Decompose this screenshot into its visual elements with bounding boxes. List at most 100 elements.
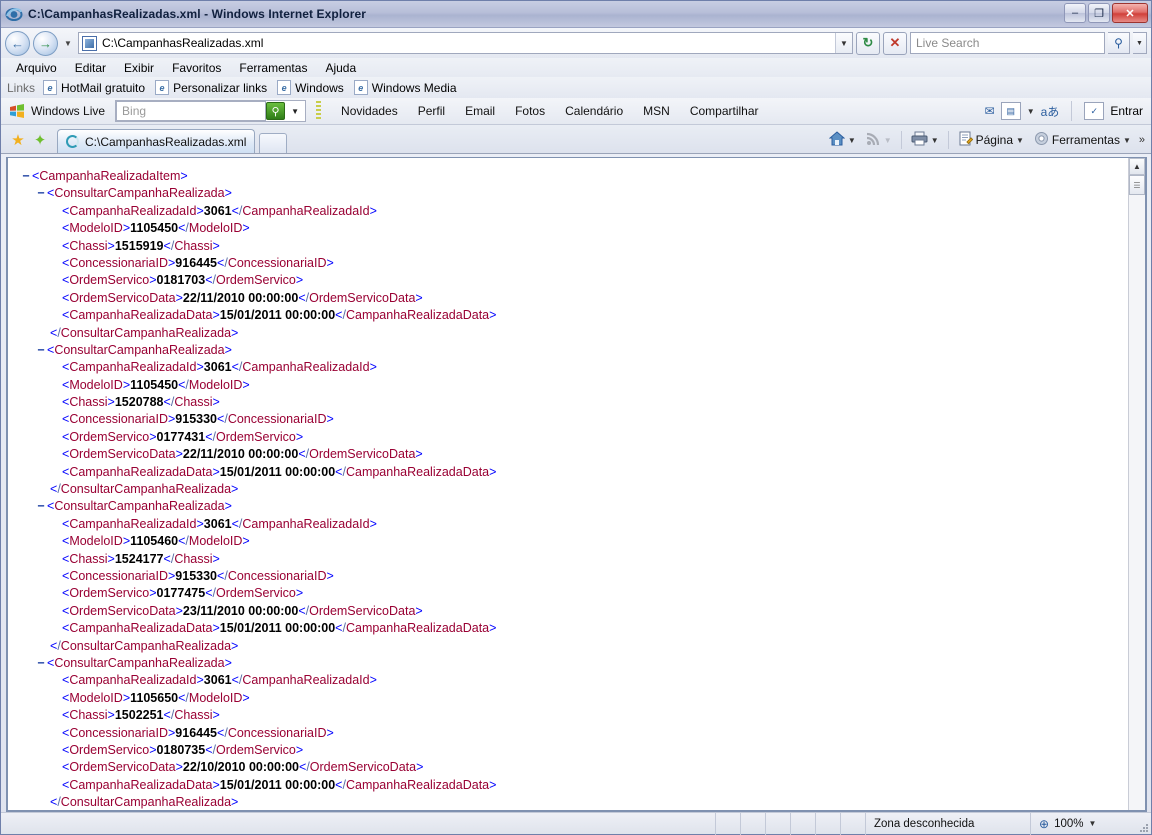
zoom-level-label: 100% <box>1054 817 1084 830</box>
vertical-scrollbar[interactable]: ▲ ☰ <box>1128 158 1145 810</box>
zoom-control[interactable]: ⊕ 100% ▼ <box>1030 812 1135 835</box>
collapse-toggle-icon[interactable]: − <box>35 498 47 515</box>
new-tab-button[interactable] <box>259 133 288 153</box>
chevron-down-icon[interactable]: ▼ <box>1016 136 1024 145</box>
xml-field-campanharealizadaid: <CampanhaRealizadaId>3061</CampanhaReali… <box>62 516 377 531</box>
chevron-down-icon[interactable]: ▼ <box>1123 136 1131 145</box>
menu-item-editar[interactable]: Editar <box>66 61 115 75</box>
gear-icon <box>1034 131 1049 149</box>
windows-live-search[interactable]: Bing ⚲ ▼ <box>115 100 307 122</box>
stop-button[interactable]: ✕ <box>883 31 907 55</box>
tab-label: C:\CampanhasRealizadas.xml <box>85 134 247 149</box>
bing-search-caret-icon[interactable]: ▼ <box>287 107 303 116</box>
tools-menu-button[interactable]: Ferramentas ▼ <box>1030 131 1135 149</box>
collapse-toggle-icon[interactable]: − <box>35 185 47 202</box>
xml-field-chassi: <Chassi>1502251</Chassi> <box>62 708 220 723</box>
internet-explorer-icon <box>5 5 23 23</box>
xml-record-close: </ConsultarCampanhaRealizada> <box>50 795 239 810</box>
wl-link-msn[interactable]: MSN <box>633 104 680 118</box>
refresh-button[interactable]: ↻ <box>856 31 880 55</box>
scroll-up-button[interactable]: ▲ <box>1129 158 1145 175</box>
overflow-chevrons-icon[interactable]: » <box>1137 134 1145 146</box>
signin-icon[interactable]: ✓ <box>1084 102 1105 120</box>
links-bar: Links e HotMail gratuito e Personalizar … <box>1 77 1151 98</box>
menu-item-ajuda[interactable]: Ajuda <box>316 61 365 75</box>
search-provider-caret-icon[interactable]: ▼ <box>1133 32 1147 54</box>
feeds-button[interactable]: ▼ <box>862 131 896 149</box>
link-hotmail-gratuito[interactable]: e HotMail gratuito <box>41 80 153 95</box>
restore-button[interactable]: ❐ <box>1088 3 1110 23</box>
magnifier-icon: ⊕ <box>1039 816 1050 831</box>
wl-link-email[interactable]: Email <box>455 104 505 118</box>
xml-field-modeloid: <ModeloID>1105460</ModeloID> <box>62 534 250 549</box>
chevron-down-icon[interactable]: ▼ <box>931 136 939 145</box>
forward-button[interactable]: → <box>33 30 58 56</box>
address-url-text: C:\CampanhasRealizadas.xml <box>102 36 264 50</box>
collapse-toggle-icon[interactable]: − <box>20 168 32 185</box>
page-document-icon <box>958 131 973 149</box>
xml-tree-view[interactable]: − <CampanhaRealizadaItem> − <ConsultarCampa… <box>8 158 1128 810</box>
tab-campanhas-realizadas[interactable]: C:\CampanhasRealizadas.xml <box>57 129 256 153</box>
link-windows-media[interactable]: e Windows Media <box>352 80 465 95</box>
bing-search-input[interactable]: Bing <box>116 101 267 121</box>
search-icon[interactable]: ⚲ <box>1108 32 1130 54</box>
messenger-icon[interactable]: ▤ <box>1000 102 1021 120</box>
status-cell <box>840 812 865 835</box>
status-cell <box>815 812 840 835</box>
wl-link-fotos[interactable]: Fotos <box>505 104 555 118</box>
minimize-button[interactable]: – <box>1064 3 1086 23</box>
home-button[interactable]: ▼ <box>825 131 860 149</box>
xml-field-campanharealizadadata: <CampanhaRealizadaData>15/01/2011 00:00:… <box>62 308 497 323</box>
xml-field-campanharealizadaid: <CampanhaRealizadaId>3061</CampanhaReali… <box>62 673 377 688</box>
home-icon <box>828 131 846 149</box>
window-title: C:\CampanhasRealizadas.xml - Windows Int… <box>28 7 367 21</box>
xml-field-campanharealizadadata: <CampanhaRealizadaData>15/01/2011 00:00:… <box>62 777 497 792</box>
history-dropdown-icon[interactable]: ▼ <box>61 33 75 53</box>
windows-live-toolbar: Windows Live Bing ⚲ ▼ Novidades Perfil E… <box>1 98 1151 125</box>
collapse-toggle-icon[interactable]: − <box>35 342 47 359</box>
menu-item-favoritos[interactable]: Favoritos <box>163 61 230 75</box>
status-cell <box>715 812 740 835</box>
menu-item-exibir[interactable]: Exibir <box>115 61 163 75</box>
wl-link-perfil[interactable]: Perfil <box>408 104 455 118</box>
bing-search-icon[interactable]: ⚲ <box>266 102 286 120</box>
toolbar-grip[interactable] <box>316 101 322 121</box>
chevron-down-icon[interactable]: ▼ <box>1088 819 1096 828</box>
signin-label[interactable]: Entrar <box>1110 104 1143 118</box>
mail-icon[interactable]: ✉ <box>985 104 995 118</box>
windows-live-right-group: ✉ ▤ ▼ aあ ✓ Entrar <box>985 101 1151 121</box>
resize-grip[interactable] <box>1135 813 1151 835</box>
print-button[interactable]: ▼ <box>907 131 943 149</box>
close-button[interactable]: ✕ <box>1112 3 1148 23</box>
favorites-star-icon[interactable]: ★ <box>7 127 29 153</box>
xml-record-close: </ConsultarCampanhaRealizada> <box>50 325 239 340</box>
security-zone-label[interactable]: Zona desconhecida <box>865 812 1030 835</box>
chevron-down-icon[interactable]: ▼ <box>884 136 892 145</box>
xml-field-ordemservicodata: <OrdemServicoData>22/11/2010 00:00:00</O… <box>62 447 423 462</box>
chevron-down-icon[interactable]: ▼ <box>1027 107 1035 116</box>
chevron-down-icon[interactable]: ▼ <box>848 136 856 145</box>
link-windows[interactable]: e Windows <box>275 80 352 95</box>
loading-spinner-icon <box>66 135 79 148</box>
wl-link-novidades[interactable]: Novidades <box>331 104 408 118</box>
address-dropdown-icon[interactable]: ▼ <box>835 33 852 53</box>
xml-file-icon <box>82 35 97 51</box>
menu-item-ferramentas[interactable]: Ferramentas <box>230 61 316 75</box>
scrollbar-thumb[interactable]: ☰ <box>1129 175 1145 195</box>
translate-icon[interactable]: aあ <box>1041 103 1060 120</box>
xml-field-chassi: <Chassi>1515919</Chassi> <box>62 238 220 253</box>
menu-item-arquivo[interactable]: Arquivo <box>7 61 66 75</box>
address-input[interactable]: C:\CampanhasRealizadas.xml ▼ <box>78 32 853 54</box>
page-menu-button[interactable]: Página ▼ <box>954 131 1028 149</box>
live-search-input[interactable]: Live Search <box>910 32 1105 54</box>
back-button[interactable]: ← <box>5 30 30 56</box>
status-bar: Zona desconhecida ⊕ 100% ▼ <box>1 812 1151 835</box>
xml-field-chassi: <Chassi>1520788</Chassi> <box>62 395 220 410</box>
wl-link-calendario[interactable]: Calendário <box>555 104 633 118</box>
tab-bar: ★ ✦ C:\CampanhasRealizadas.xml ▼ ▼ ▼ Pág… <box>1 125 1151 154</box>
wl-link-compartilhar[interactable]: Compartilhar <box>680 104 769 118</box>
scrollbar-track[interactable] <box>1129 195 1145 810</box>
link-personalizar-links[interactable]: e Personalizar links <box>153 80 275 95</box>
collapse-toggle-icon[interactable]: − <box>35 655 47 672</box>
add-to-favorites-icon[interactable]: ✦ <box>29 127 51 153</box>
